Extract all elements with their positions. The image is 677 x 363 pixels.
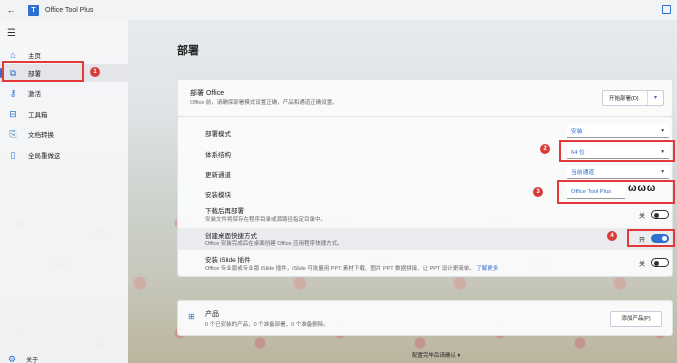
deploy-mode-value: 安装 (571, 129, 583, 135)
download-then-deploy-state: 关 (639, 214, 646, 220)
islide-state: 关 (639, 262, 646, 268)
sidebar-item-doc-convert[interactable]: ⎘ 文档转换 (0, 125, 128, 143)
install-module-label: 安装模块 (205, 192, 231, 199)
products-card: ⊞ 产品 0 个已安装的产品，0 个准备部署，0 个准备删除。 添加产品(P) (177, 300, 673, 336)
products-heading: 产品 (205, 311, 219, 318)
islide-desc: Office 专业版或专业版 iSlide 插件，iSlide 可批量用 PPT… (205, 264, 498, 272)
chevron-down-icon: ▾ (661, 127, 664, 134)
sidebar-item-activate[interactable]: ⚷ 激活 (0, 84, 128, 102)
chevron-down-icon: ▾ (661, 168, 664, 175)
deploy-office-card: 部署 Office Office 前，请确保部署模式设置正确，产品和通道正确设置… (177, 79, 673, 117)
add-product-button[interactable]: 添加产品(P) (610, 311, 662, 327)
sidebar-item-label: 工具箱 (28, 112, 48, 119)
home-icon: ⌂ (10, 50, 16, 60)
window-restore-icon[interactable] (662, 5, 671, 14)
document-icon: ▯ (10, 150, 16, 160)
gear-icon: ⚙ (8, 354, 17, 363)
sidebar-item-about[interactable]: ⚙ 关于 (8, 354, 38, 363)
sidebar-item-label: 文档转换 (28, 132, 54, 139)
bottom-note: 配置完毕后请确认 ▾ (412, 353, 461, 359)
grid-icon: ⊞ (188, 312, 195, 321)
update-channel-value: 当前通道 (571, 170, 595, 176)
start-deploy-button[interactable]: 开始部署(D) (603, 94, 647, 102)
deploy-heading: 部署 Office (190, 90, 225, 97)
app-title: Office Tool Plus (45, 6, 94, 14)
app-logo-icon: T (28, 4, 39, 16)
highlight-install-module (557, 180, 675, 204)
islide-desc-text: Office 专业版或专业版 iSlide 插件，iSlide 可批量用 PPT… (205, 266, 475, 272)
highlight-shortcut-toggle (627, 229, 675, 247)
learn-more-link[interactable]: 了解更多 (476, 266, 498, 272)
islide-label: 安装 iSlide 插件 (205, 257, 251, 264)
annotation-badge-4: 4 (607, 231, 617, 241)
annotation-badge-1: 1 (90, 67, 100, 77)
update-channel-select[interactable]: 当前通道 ▾ (567, 165, 669, 179)
deploy-description: Office 前，请确保部署模式设置正确，产品和通道正确设置。 (190, 100, 338, 106)
products-description: 0 个已安装的产品，0 个准备部署，0 个准备删除。 (205, 322, 329, 328)
chevron-down-icon[interactable]: ▾ (647, 91, 663, 105)
start-deploy-split-button: 开始部署(D) ▾ (602, 90, 664, 106)
sidebar-item-label: 关于 (26, 358, 39, 363)
title-bar: ← T Office Tool Plus (0, 0, 677, 20)
sidebar-item-label: 主页 (28, 53, 41, 60)
sidebar-item-misc[interactable]: ▯ 全局重做这 (0, 146, 128, 164)
download-then-deploy-desc: 安装文件将保存在程序目录或源路径指定目录中。 (205, 217, 327, 223)
sidebar-item-label: 激活 (28, 91, 41, 98)
download-then-deploy-label: 下载后再部署 (205, 208, 244, 215)
sidebar-item-toolbox[interactable]: ⊟ 工具箱 (0, 105, 128, 123)
toolbox-icon: ⊟ (9, 109, 17, 119)
deploy-mode-select[interactable]: 安装 ▾ (567, 124, 669, 138)
islide-toggle[interactable] (651, 258, 669, 267)
deploy-mode-label: 部署模式 (205, 131, 231, 138)
key-icon: ⚷ (9, 88, 17, 98)
sidebar-item-label: 全局重做这 (28, 153, 61, 160)
annotation-badge-2: 2 (540, 144, 550, 154)
desktop-shortcut-desc: Office 安装完成后在桌面创建 Office 应用程序快捷方式。 (205, 241, 343, 247)
update-channel-label: 更新通道 (205, 172, 231, 179)
architecture-label: 体系结构 (205, 152, 231, 159)
highlight-deploy-nav (2, 61, 84, 82)
hamburger-menu-icon[interactable]: ☰ (7, 28, 16, 39)
highlight-architecture (559, 140, 675, 162)
back-arrow-icon[interactable]: ← (2, 5, 20, 15)
page-title: 部署 (177, 45, 199, 57)
download-then-deploy-toggle[interactable] (651, 210, 669, 219)
document-convert-icon: ⎘ (9, 129, 17, 139)
annotation-badge-3: 3 (533, 187, 543, 197)
